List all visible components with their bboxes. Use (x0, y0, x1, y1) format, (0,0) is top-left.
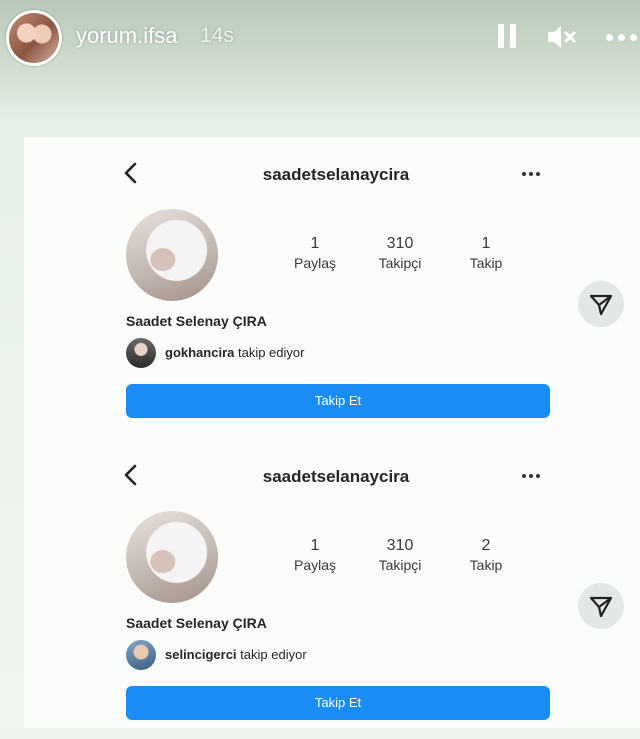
stat-label: Takipçi (378, 255, 422, 271)
mutual-follower-avatar[interactable] (126, 640, 156, 670)
story-username[interactable]: yorum.ifsa (76, 23, 177, 49)
more-icon[interactable] (606, 22, 640, 52)
stat-label: Paylaş (293, 255, 337, 271)
mutual-follower-avatar[interactable] (126, 338, 156, 368)
story-header: yorum.ifsa 14s (0, 0, 640, 76)
stat-label: Takipçi (378, 557, 422, 573)
pause-icon[interactable] (498, 22, 518, 52)
profile-panel: saadetselanaycira 1 Paylaş 310 Takipçi 2… (24, 439, 640, 739)
mutual-follower-text: selincigerci takip ediyor (165, 647, 307, 662)
stat-value: 1 (310, 235, 320, 252)
mutual-follower-username[interactable]: selincigerci (165, 647, 237, 662)
profile-full-name: Saadet Selenay ÇIRA (126, 313, 267, 329)
stat-label: Takip (469, 255, 503, 271)
stat-posts[interactable]: 1 Paylaş (280, 235, 350, 271)
share-button[interactable] (578, 583, 624, 629)
stat-posts[interactable]: 1 Paylaş (280, 537, 350, 573)
stat-following[interactable]: 1 Takip (451, 235, 521, 271)
back-arrow-icon[interactable] (120, 161, 142, 185)
profile-picture[interactable] (126, 511, 218, 603)
mutual-follower-text: gokhancira takip ediyor (165, 345, 304, 360)
stat-value: 1 (310, 537, 320, 554)
mutual-follower-suffix: takip ediyor (237, 345, 305, 360)
profile-full-name: Saadet Selenay ÇIRA (126, 615, 267, 631)
back-arrow-icon[interactable] (120, 463, 142, 487)
send-icon (589, 596, 613, 618)
stat-label: Takip (469, 557, 503, 573)
follow-button[interactable]: Takip Et (126, 384, 550, 418)
stat-value: 310 (386, 235, 414, 252)
story-timestamp: 14s (200, 24, 234, 47)
stat-value: 1 (481, 235, 491, 252)
stat-following[interactable]: 2 Takip (451, 537, 521, 573)
share-button[interactable] (578, 281, 624, 327)
stat-value: 2 (481, 537, 491, 554)
more-options-icon[interactable] (522, 474, 542, 480)
embedded-screenshot: saadetselanaycira 1 Paylaş 310 Takipçi 1… (24, 137, 640, 728)
send-icon (589, 294, 613, 316)
stat-followers[interactable]: 310 Takipçi (365, 235, 435, 271)
follow-button[interactable]: Takip Et (126, 686, 550, 720)
stat-followers[interactable]: 310 Takipçi (365, 537, 435, 573)
mutual-follower-username[interactable]: gokhancira (165, 345, 234, 360)
stat-label: Paylaş (293, 557, 337, 573)
mute-icon[interactable] (546, 22, 580, 52)
more-options-icon[interactable] (522, 172, 542, 178)
profile-username: saadetselanaycira (262, 165, 410, 184)
stat-value: 310 (386, 537, 414, 554)
profile-picture[interactable] (126, 209, 218, 301)
story-avatar[interactable] (9, 13, 59, 63)
mutual-follower-suffix: takip ediyor (240, 647, 307, 662)
profile-panel: saadetselanaycira 1 Paylaş 310 Takipçi 1… (24, 137, 640, 437)
profile-username: saadetselanaycira (262, 467, 410, 486)
